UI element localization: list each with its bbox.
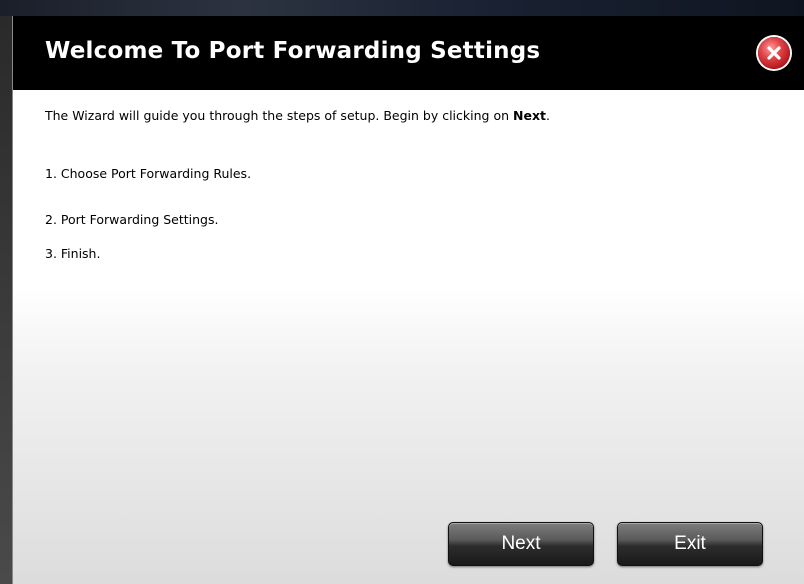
background-app-edge xyxy=(0,16,12,584)
step-item-3: 3. Finish. xyxy=(45,246,101,261)
port-forwarding-wizard-dialog: Welcome To Port Forwarding Settings The … xyxy=(12,16,804,584)
background-app-strip xyxy=(0,0,804,16)
step-item-1: 1. Choose Port Forwarding Rules. xyxy=(45,166,252,181)
close-button[interactable] xyxy=(758,37,790,69)
intro-text: The Wizard will guide you through the st… xyxy=(45,108,550,123)
step-item-2: 2. Port Forwarding Settings. xyxy=(45,212,219,227)
close-icon xyxy=(766,45,782,61)
window-frame: Welcome To Port Forwarding Settings The … xyxy=(0,0,804,584)
next-button[interactable]: Next xyxy=(448,522,594,566)
exit-button[interactable]: Exit xyxy=(617,522,763,566)
dialog-titlebar: Welcome To Port Forwarding Settings xyxy=(13,16,804,90)
intro-text-next: Next xyxy=(513,108,546,123)
intro-text-main: The Wizard will guide you through the st… xyxy=(45,108,513,123)
intro-text-end: . xyxy=(545,108,550,123)
dialog-title: Welcome To Port Forwarding Settings xyxy=(45,38,541,64)
